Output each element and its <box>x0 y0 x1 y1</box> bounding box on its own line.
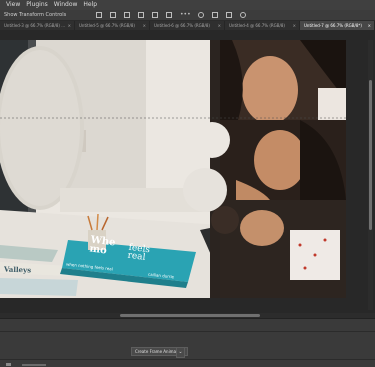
scallop-2 <box>183 168 227 212</box>
menu-plugins[interactable]: Plugins <box>26 0 48 10</box>
tab-label: Untitled-5 @ 66.7% (RGB/8) <box>79 23 135 28</box>
pencil-2 <box>96 213 99 231</box>
tab-label: Untitled-4 @ 66.7% (RGB/8) <box>229 23 285 28</box>
menu-window[interactable]: Window <box>54 0 78 10</box>
face-top <box>242 56 298 124</box>
tab-label: Untitled-6 @ 66.7% (RGB/8) <box>154 23 210 28</box>
timeline-divider <box>0 331 375 332</box>
close-icon[interactable]: × <box>218 21 221 30</box>
book-title: Whe mo <box>89 235 116 257</box>
document-tabs: Untitled-3 @ 66.7% (RGB/8) ... × Untitle… <box>0 21 375 30</box>
horizontal-scrollbar-thumb[interactable] <box>120 314 260 317</box>
tab-untitled-5[interactable]: Untitled-5 @ 66.7% (RGB/8) × <box>75 21 150 30</box>
tab-untitled-6[interactable]: Untitled-6 @ 66.7% (RGB/8) × <box>150 21 225 30</box>
align-top-icon[interactable] <box>138 12 144 18</box>
tab-untitled-7[interactable]: Untitled-7 @ 66.7% (RGB/8*) × <box>300 21 375 30</box>
tab-label: Untitled-7 @ 66.7% (RGB/8*) <box>304 23 362 28</box>
transform-icon[interactable] <box>212 12 218 18</box>
book-title-right: feels real <box>127 243 151 263</box>
options-bar: Show Transform Controls ••• <box>0 10 375 21</box>
menu-help[interactable]: Help <box>83 0 97 10</box>
book-stack-3 <box>0 278 78 296</box>
menu-bar: View Plugins Window Help <box>0 0 375 10</box>
align-middle-icon[interactable] <box>152 12 158 18</box>
chevron-down-icon[interactable]: ⌄ <box>176 347 185 358</box>
more-options-icon[interactable]: ••• <box>180 12 191 18</box>
tab-untitled-3[interactable]: Untitled-3 @ 66.7% (RGB/8) ... × <box>0 21 75 30</box>
beige-circle-inner <box>0 50 80 206</box>
vertical-scrollbar[interactable] <box>368 40 373 310</box>
scallop-1 <box>194 122 230 158</box>
tab-label: Untitled-3 @ 66.7% (RGB/8) ... <box>4 23 66 28</box>
3d-mode-icon[interactable] <box>198 12 204 18</box>
settings-icon[interactable] <box>240 12 246 18</box>
timeline-divider <box>0 359 375 360</box>
warp-icon[interactable] <box>226 12 232 18</box>
face-middle <box>254 130 306 190</box>
close-icon[interactable]: × <box>68 21 71 30</box>
align-right-icon[interactable] <box>124 12 130 18</box>
artboard-image[interactable]: Whe mo feels real when nothing feels rea… <box>0 40 346 298</box>
menu-view[interactable]: View <box>6 0 20 10</box>
close-icon[interactable]: × <box>368 21 371 30</box>
canvas-area[interactable]: Whe mo feels real when nothing feels rea… <box>0 30 375 315</box>
timeline-panel: Create Frame Animation ⌄ <box>0 318 375 367</box>
show-transform-controls-label[interactable]: Show Transform Controls <box>4 10 66 21</box>
close-icon[interactable]: × <box>143 21 146 30</box>
woman-photo-right <box>210 40 346 298</box>
align-center-icon[interactable] <box>110 12 116 18</box>
close-icon[interactable]: × <box>293 21 296 30</box>
align-icons: ••• <box>96 12 246 18</box>
face-bottom <box>240 210 284 246</box>
scallop-3 <box>211 206 239 234</box>
tab-untitled-4[interactable]: Untitled-4 @ 66.7% (RGB/8) × <box>225 21 300 30</box>
vertical-scrollbar-thumb[interactable] <box>369 80 372 230</box>
photo-collage <box>0 40 346 298</box>
align-bottom-icon[interactable] <box>166 12 172 18</box>
align-left-icon[interactable] <box>96 12 102 18</box>
second-book-title: Valleys <box>3 264 32 275</box>
